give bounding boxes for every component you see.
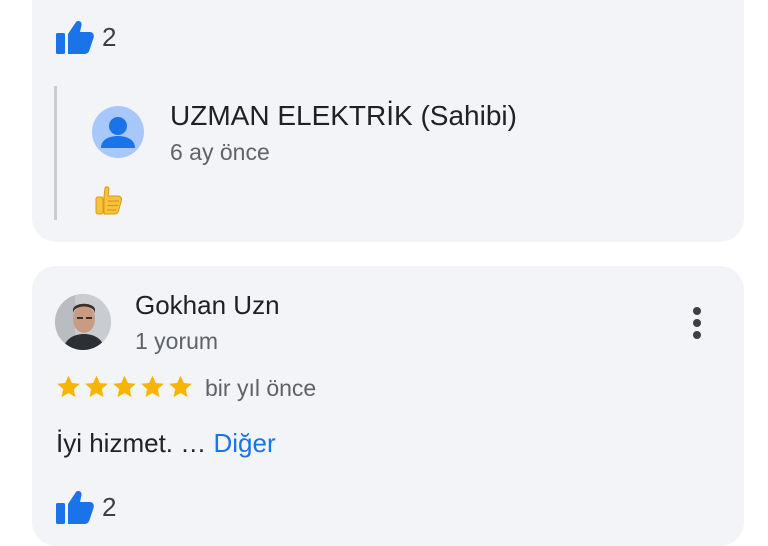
- owner-reply-divider: [54, 86, 57, 220]
- owner-reply-name[interactable]: UZMAN ELEKTRİK (Sahibi): [170, 100, 517, 132]
- star-rating: [55, 374, 195, 400]
- review-text: İyi hizmet. … Diğer: [56, 428, 276, 459]
- more-vert-icon-dot: [693, 307, 701, 315]
- star-icon: [141, 375, 164, 398]
- reviewer-review-count: 1 yorum: [135, 328, 219, 354]
- thumbs-up-icon: [56, 491, 94, 524]
- like-count: 2: [102, 491, 117, 522]
- like-button[interactable]: 2: [56, 20, 116, 54]
- read-more-link[interactable]: Diğer: [213, 428, 275, 458]
- like-count: 2: [102, 21, 117, 52]
- star-icon: [57, 375, 80, 398]
- thumbs-up-emoji-icon: [92, 184, 124, 221]
- reviewer-name[interactable]: Gokhan Uzn: [135, 290, 280, 321]
- review-time: bir yıl önce: [205, 375, 317, 401]
- thumbs-up-icon: [56, 21, 94, 54]
- star-icon: [169, 375, 192, 398]
- reviewer-avatar[interactable]: [55, 294, 111, 350]
- default-person-icon: [101, 117, 135, 148]
- star-icon: [85, 375, 108, 398]
- star-icon: [113, 375, 136, 398]
- like-button[interactable]: 2: [56, 490, 116, 524]
- owner-reply-time: 6 ay önce: [170, 139, 270, 165]
- reviewer-photo: [55, 294, 111, 350]
- review-body: İyi hizmet. …: [56, 428, 207, 458]
- more-vert-icon-dot: [693, 319, 701, 327]
- more-vert-icon-dot: [693, 331, 701, 339]
- more-options-button[interactable]: [682, 303, 712, 343]
- owner-avatar[interactable]: [92, 106, 144, 158]
